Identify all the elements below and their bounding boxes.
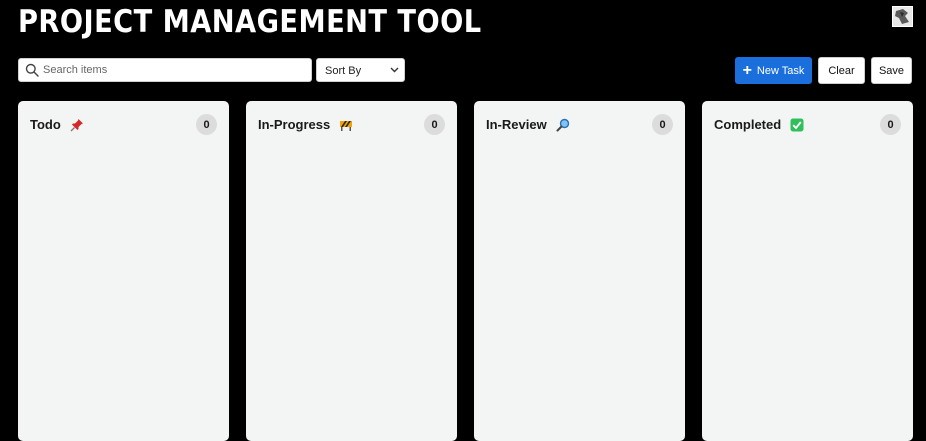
column-title: Todo: [30, 117, 61, 132]
magnifying-glass-icon: [556, 118, 569, 131]
column-in-review[interactable]: In-Review 0: [474, 101, 685, 441]
new-task-button[interactable]: + New Task: [735, 57, 812, 84]
construction-barrier-icon: [340, 120, 353, 131]
column-in-progress[interactable]: In-Progress 0: [246, 101, 457, 441]
search-input[interactable]: [43, 59, 303, 81]
check-mark-button-icon: [790, 118, 804, 131]
plus-icon: +: [742, 61, 752, 79]
avatar-image-icon: [893, 7, 912, 26]
column-count-badge: 0: [652, 114, 673, 135]
column-title: In-Progress: [258, 117, 331, 132]
chevron-down-icon: [390, 67, 399, 73]
column-count-badge: 0: [424, 114, 445, 135]
save-button[interactable]: Save: [871, 57, 912, 84]
search-box[interactable]: [18, 58, 312, 82]
column-todo[interactable]: Todo 0: [18, 101, 229, 441]
pushpin-icon: [70, 118, 83, 131]
search-icon: [25, 63, 39, 77]
avatar[interactable]: [892, 6, 913, 27]
column-title: Completed: [714, 117, 782, 132]
sort-by-label: Sort By: [325, 65, 362, 77]
column-count-badge: 0: [880, 114, 901, 135]
clear-button[interactable]: Clear: [818, 57, 865, 84]
column-title: In-Review: [486, 117, 547, 132]
sort-by-select[interactable]: Sort By: [316, 58, 405, 82]
app-title: PROJECT MANAGEMENT TOOL: [18, 4, 482, 40]
column-count-badge: 0: [196, 114, 217, 135]
column-completed[interactable]: Completed 0: [702, 101, 913, 441]
new-task-label: New Task: [756, 64, 805, 77]
